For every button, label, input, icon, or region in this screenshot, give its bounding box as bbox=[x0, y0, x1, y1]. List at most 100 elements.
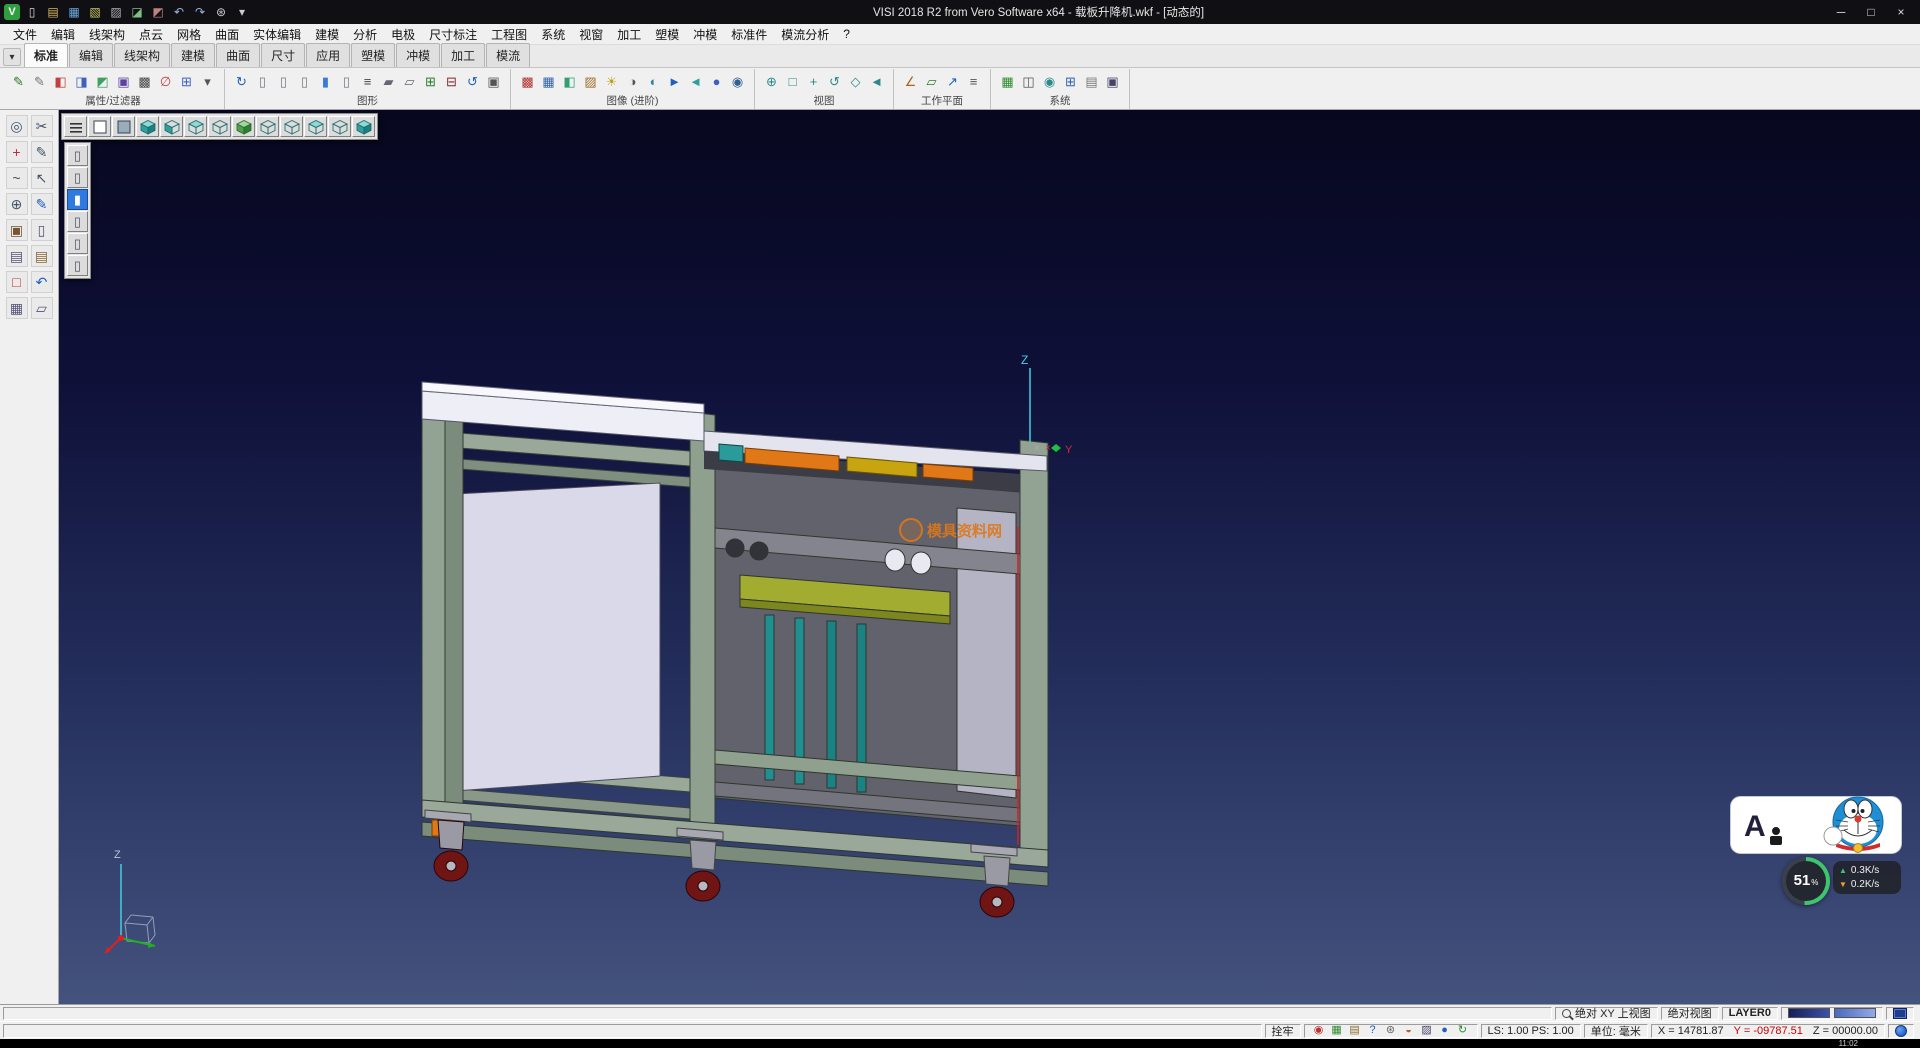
filter-mask-icon[interactable]: ▩ bbox=[134, 71, 155, 93]
annotate-pen-icon[interactable]: ✎ bbox=[31, 193, 53, 215]
doc-view-2-button[interactable]: ▯ bbox=[67, 167, 88, 188]
attributes-match-icon[interactable]: ✎ bbox=[29, 71, 50, 93]
menu-电极[interactable]: 电极 bbox=[384, 24, 422, 45]
menu-曲面[interactable]: 曲面 bbox=[208, 24, 246, 45]
menu-工程图[interactable]: 工程图 bbox=[484, 24, 534, 45]
screen-capture-icon[interactable]: ▣ bbox=[483, 71, 504, 93]
tab-曲面[interactable]: 曲面 bbox=[216, 43, 260, 67]
cad-model[interactable]: 模具资料网 Z × × Y Z bbox=[59, 110, 1920, 1004]
view-isometric-icon[interactable]: ◇ bbox=[845, 71, 866, 93]
tab-线架构[interactable]: 线架构 bbox=[114, 43, 170, 67]
rotate-view-icon[interactable]: ↺ bbox=[824, 71, 845, 93]
sketch-pencil-icon[interactable]: ✎ bbox=[31, 141, 53, 163]
minimize-button[interactable]: ─ bbox=[1826, 2, 1856, 22]
snap-point-icon[interactable]: + bbox=[6, 141, 28, 163]
layer-barrel-2-icon[interactable]: ▯ bbox=[273, 71, 294, 93]
menu-塑模[interactable]: 塑模 bbox=[648, 24, 686, 45]
menu-尺寸标注[interactable]: 尺寸标注 bbox=[422, 24, 484, 45]
sheet-view-icon[interactable]: ▱ bbox=[31, 297, 53, 319]
view-name-cell[interactable]: 绝对 XY 上视图 bbox=[1555, 1007, 1658, 1020]
tab-尺寸[interactable]: 尺寸 bbox=[261, 43, 305, 67]
menu-点云[interactable]: 点云 bbox=[132, 24, 170, 45]
menu-?[interactable]: ? bbox=[836, 25, 857, 43]
redo-icon[interactable]: ↷ bbox=[191, 3, 209, 21]
menu-分析[interactable]: 分析 bbox=[346, 24, 384, 45]
workplane-view-icon[interactable]: ↗ bbox=[942, 71, 963, 93]
menu-网格[interactable]: 网格 bbox=[170, 24, 208, 45]
info-dot-icon[interactable]: ● bbox=[1437, 1024, 1453, 1037]
snap-board-icon[interactable]: ▦ bbox=[1329, 1024, 1345, 1037]
workplane-create-icon[interactable]: ∠ bbox=[900, 71, 921, 93]
group-remove-icon[interactable]: ⊟ bbox=[441, 71, 462, 93]
trim-scissors-icon[interactable]: ✂ bbox=[31, 115, 53, 137]
measure-arrow-icon[interactable]: ◄ bbox=[685, 71, 706, 93]
corner-grid-cell[interactable] bbox=[1886, 1007, 1914, 1020]
workplane-list-icon[interactable]: ≡ bbox=[963, 71, 984, 93]
doc-view-3-button[interactable]: ▮ bbox=[67, 189, 88, 210]
tab-模流[interactable]: 模流 bbox=[486, 43, 530, 67]
view-front-face-icon[interactable] bbox=[160, 116, 183, 137]
tab-加工[interactable]: 加工 bbox=[441, 43, 485, 67]
notebook-icon[interactable]: ▤ bbox=[31, 245, 53, 267]
doraemon-sticker-widget[interactable]: A bbox=[1730, 796, 1902, 854]
filter-linetype-icon[interactable]: ◩ bbox=[92, 71, 113, 93]
viewport-3d[interactable]: 模具资料网 Z × × Y Z bbox=[59, 110, 1920, 1004]
doc-page-icon[interactable]: ▯ bbox=[31, 219, 53, 241]
menu-文件[interactable]: 文件 bbox=[6, 24, 44, 45]
pick-arrow-icon[interactable]: ↖ bbox=[31, 167, 53, 189]
tab-编辑[interactable]: 编辑 bbox=[69, 43, 113, 67]
units-cell[interactable]: 单位: 毫米 bbox=[1584, 1024, 1648, 1038]
system-table-icon[interactable]: ▤ bbox=[1081, 71, 1102, 93]
undo-icon[interactable]: ↶ bbox=[170, 3, 188, 21]
doc-view-6-button[interactable]: ▯ bbox=[67, 255, 88, 276]
undo-step-icon[interactable]: ↶ bbox=[31, 271, 53, 293]
tab-list-dropdown-icon[interactable]: ▾ bbox=[3, 48, 21, 66]
environment-map-icon[interactable]: ◉ bbox=[727, 71, 748, 93]
scale-cell[interactable]: LS: 1.00 PS: 1.00 bbox=[1481, 1024, 1581, 1038]
view-wire-1-icon[interactable] bbox=[208, 116, 231, 137]
view-shaded-green-icon[interactable] bbox=[232, 116, 255, 137]
magnet-snap-icon[interactable]: ◒ bbox=[1401, 1024, 1417, 1037]
filter-options-icon[interactable]: ▾ bbox=[197, 71, 218, 93]
system-monitor-icon[interactable]: ▣ bbox=[1102, 71, 1123, 93]
lighting-icon[interactable]: ☀ bbox=[601, 71, 622, 93]
view-solid-2-icon[interactable] bbox=[352, 116, 375, 137]
menu-建模[interactable]: 建模 bbox=[308, 24, 346, 45]
select-filter-icon[interactable]: ◎ bbox=[6, 115, 28, 137]
plotter-icon[interactable]: ▨ bbox=[1419, 1024, 1435, 1037]
assist-question-icon[interactable]: ? bbox=[1365, 1024, 1381, 1037]
attributes-edit-icon[interactable]: ✎ bbox=[8, 71, 29, 93]
redraw-icon[interactable]: ↻ bbox=[231, 71, 252, 93]
visi-logo-icon[interactable]: V bbox=[4, 4, 20, 20]
preferences-icon[interactable]: ⊛ bbox=[212, 3, 230, 21]
layer-barrel-3-icon[interactable]: ▯ bbox=[294, 71, 315, 93]
section-arrow-icon[interactable]: ► bbox=[664, 71, 685, 93]
display-list-icon[interactable]: ≡ bbox=[357, 71, 378, 93]
filter-color-icon[interactable]: ◧ bbox=[50, 71, 71, 93]
view-half-shade-icon[interactable] bbox=[304, 116, 327, 137]
system-grid-icon[interactable]: ⊞ bbox=[1060, 71, 1081, 93]
doc-view-5-button[interactable]: ▯ bbox=[67, 233, 88, 254]
filter-clear-icon[interactable]: ∅ bbox=[155, 71, 176, 93]
tab-标准[interactable]: 标准 bbox=[24, 43, 68, 67]
active-layer-cell[interactable]: LAYER0 bbox=[1722, 1007, 1778, 1020]
menu-系统[interactable]: 系统 bbox=[534, 24, 572, 45]
zoom-all-icon[interactable]: ⊕ bbox=[761, 71, 782, 93]
regen-all-icon[interactable]: ↺ bbox=[462, 71, 483, 93]
menu-视窗[interactable]: 视窗 bbox=[572, 24, 610, 45]
layer-barrel-4-icon[interactable]: ▯ bbox=[336, 71, 357, 93]
menu-编辑[interactable]: 编辑 bbox=[44, 24, 82, 45]
doc-view-4-button[interactable]: ▯ bbox=[67, 211, 88, 232]
new-file-icon[interactable]: ▯ bbox=[23, 3, 41, 21]
system-colors-icon[interactable]: ▦ bbox=[997, 71, 1018, 93]
render-sphere-icon[interactable]: ● bbox=[706, 71, 727, 93]
view-top-face-icon[interactable] bbox=[184, 116, 207, 137]
export-model-icon[interactable]: ◩ bbox=[149, 3, 167, 21]
menu-加工[interactable]: 加工 bbox=[610, 24, 648, 45]
view-menu-icon[interactable] bbox=[64, 116, 87, 137]
viewport-shaded-icon[interactable] bbox=[112, 116, 135, 137]
stamp-tool-icon[interactable]: ▣ bbox=[6, 219, 28, 241]
menu-实体编辑[interactable]: 实体编辑 bbox=[246, 24, 308, 45]
help-ring-icon[interactable]: ◉ bbox=[1311, 1024, 1327, 1037]
network-speed-widget[interactable]: ▲0.3K/s ▼0.2K/s bbox=[1833, 861, 1901, 894]
